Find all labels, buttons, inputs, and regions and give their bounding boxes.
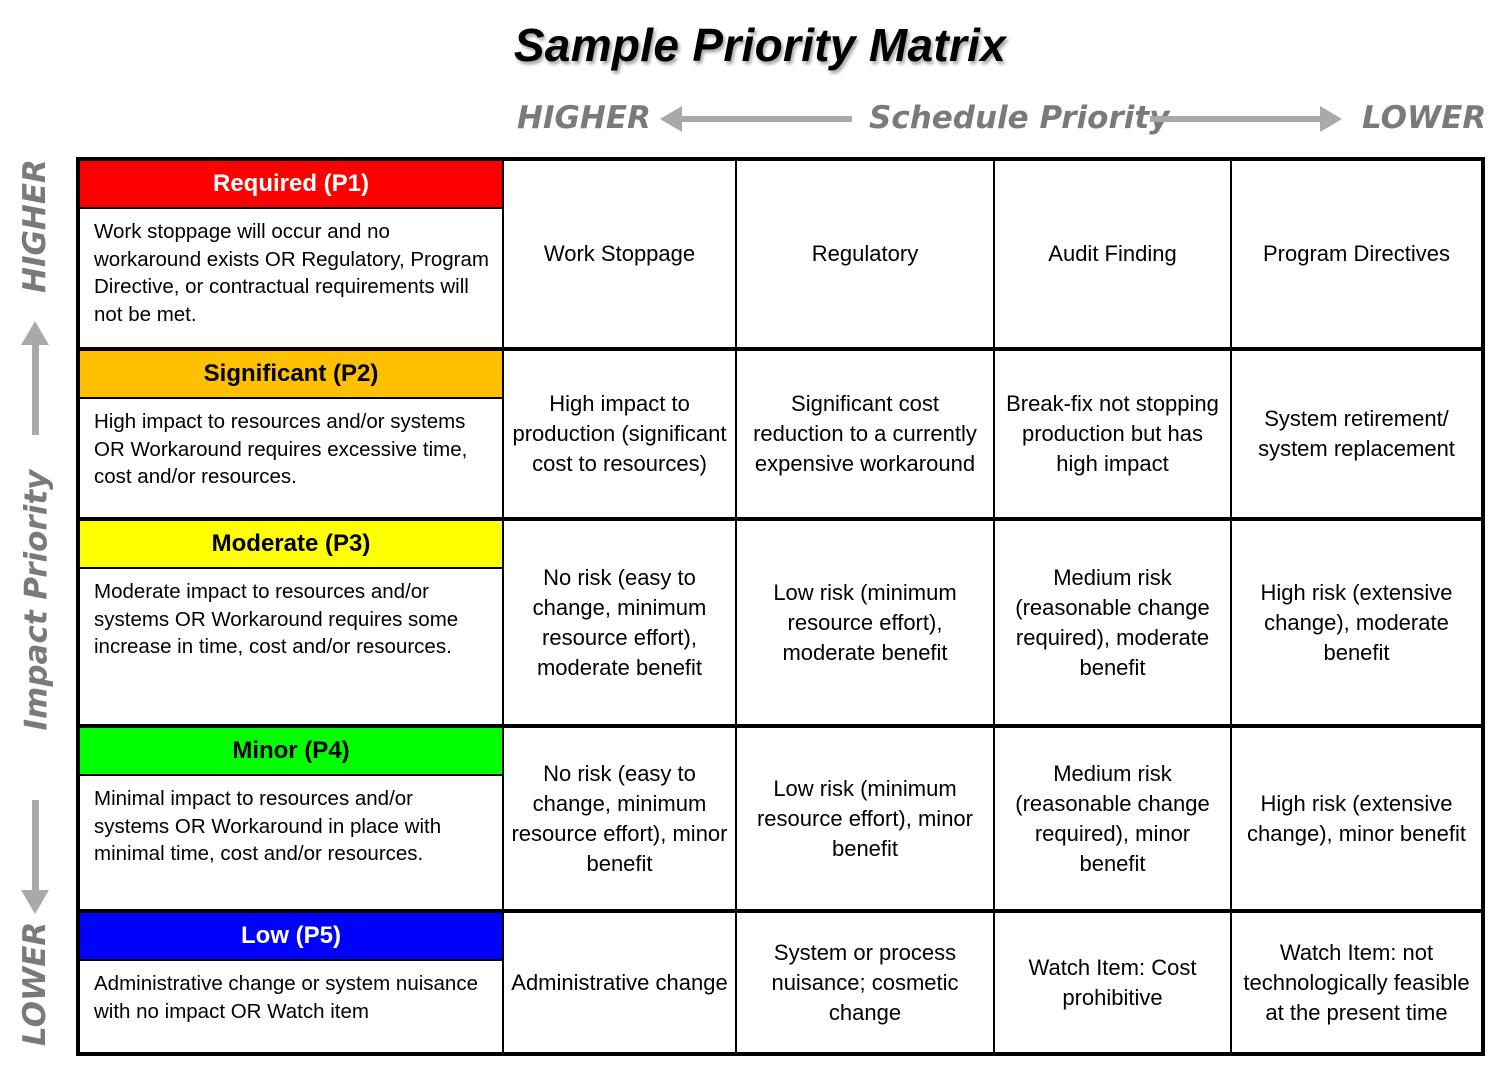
- level-header-p5: Low (P5): [80, 913, 502, 961]
- level-header-p2: Significant (P2): [80, 351, 502, 399]
- level-header-p4: Minor (P4): [80, 728, 502, 776]
- matrix-cell: No risk (easy to change, minimum resourc…: [504, 728, 737, 913]
- matrix-cell: Watch Item: not technologically feasible…: [1232, 913, 1481, 1052]
- matrix-cell: System retirement/ system replacement: [1232, 351, 1481, 521]
- matrix-cell: Medium risk (reasonable change required)…: [995, 728, 1232, 913]
- arrow-left-icon: [660, 106, 852, 132]
- matrix-cell: Regulatory: [737, 161, 995, 351]
- matrix-cell: Administrative change: [504, 913, 737, 1052]
- matrix-cell: Medium risk (reasonable change required)…: [995, 521, 1232, 728]
- matrix-cell: Significant cost reduction to a currentl…: [737, 351, 995, 521]
- matrix-cell: System or process nuisance; cosmetic cha…: [737, 913, 995, 1052]
- level-description-p1: Work stoppage will occur and no workarou…: [94, 220, 489, 326]
- schedule-axis-label: Schedule Priority: [869, 100, 1170, 136]
- arrow-right-icon: [1150, 106, 1342, 132]
- level-description-p5: Administrative change or system nuisance…: [94, 972, 478, 1023]
- matrix-cell: High risk (extensive change), minor bene…: [1232, 728, 1481, 913]
- matrix-cell: No risk (easy to change, minimum resourc…: [504, 521, 737, 728]
- impact-axis-lower-label: LOWER: [17, 921, 53, 1046]
- level-p3: Moderate (P3) Moderate impact to resourc…: [80, 521, 504, 728]
- schedule-axis-higher-label: HIGHER: [517, 100, 651, 136]
- matrix-cell: Break-fix not stopping production but ha…: [995, 351, 1232, 521]
- arrow-up-icon: [21, 321, 49, 435]
- level-p2: Significant (P2) High impact to resource…: [80, 351, 504, 521]
- matrix-cell: High risk (extensive change), moderate b…: [1232, 521, 1481, 728]
- level-header-p3: Moderate (P3): [80, 521, 502, 569]
- priority-matrix: Required (P1) Work stoppage will occur a…: [76, 157, 1485, 1056]
- arrow-down-icon: [21, 800, 49, 914]
- level-description-p2: High impact to resources and/or systems …: [94, 410, 468, 488]
- level-description-p3: Moderate impact to resources and/or syst…: [94, 580, 459, 658]
- matrix-cell: Program Directives: [1232, 161, 1481, 351]
- matrix-cell: Low risk (minimum resource effort), mino…: [737, 728, 995, 913]
- level-header-p1: Required (P1): [80, 161, 502, 209]
- matrix-cell: Work Stoppage: [504, 161, 737, 351]
- level-p5: Low (P5) Administrative change or system…: [80, 913, 504, 1052]
- level-p1: Required (P1) Work stoppage will occur a…: [80, 161, 504, 351]
- page-title: Sample Priority Matrix: [513, 19, 1007, 71]
- impact-axis-label: Impact Priority: [18, 469, 55, 731]
- matrix-cell: Audit Finding: [995, 161, 1232, 351]
- matrix-cell: Watch Item: Cost prohibitive: [995, 913, 1232, 1052]
- level-description-p4: Minimal impact to resources and/or syste…: [94, 787, 442, 865]
- impact-axis-higher-label: HIGHER: [17, 159, 53, 293]
- schedule-axis-lower-label: LOWER: [1362, 100, 1487, 136]
- matrix-cell: High impact to production (significant c…: [504, 351, 737, 521]
- matrix-cell: Low risk (minimum resource effort), mode…: [737, 521, 995, 728]
- level-p4: Minor (P4) Minimal impact to resources a…: [80, 728, 504, 913]
